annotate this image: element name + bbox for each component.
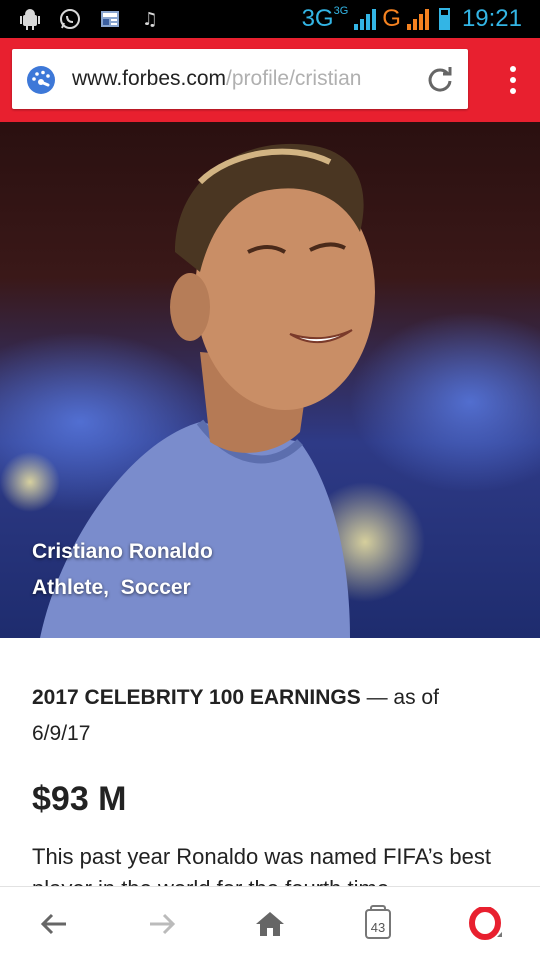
tabs-icon: 43 [365, 905, 391, 939]
tabs-button[interactable]: 43 [348, 887, 408, 961]
profile-caption: Cristiano Ronaldo Athlete, Soccer [32, 534, 213, 606]
status-bar: ♫ 3G3G G 19:21 [0, 0, 540, 38]
earnings-date: 6/9/17 [32, 722, 91, 745]
forward-button[interactable] [132, 887, 192, 961]
notification-icons: ♫ [18, 8, 162, 30]
home-button[interactable] [240, 887, 300, 961]
earnings-heading: 2017 CELEBRITY 100 EARNINGS — as of 6/9/1… [32, 686, 439, 745]
network-type-2-label: G [382, 5, 401, 32]
reload-icon[interactable] [426, 65, 454, 93]
profile-description: This past year Ronaldo was named FIFA’s … [32, 844, 491, 887]
browser-toolbar: www.forbes.com/profile/cristian [0, 38, 540, 122]
news-icon [98, 8, 122, 30]
address-bar[interactable]: www.forbes.com/profile/cristian [12, 49, 468, 109]
profile-photo: Cristiano Ronaldo Athlete, Soccer [0, 122, 540, 638]
profile-name: Cristiano Ronaldo [32, 540, 213, 563]
network-type-label: 3G3G [301, 5, 349, 32]
signal-strength-2-icon [406, 8, 429, 30]
profile-occupation: Athlete, Soccer [32, 576, 191, 599]
article-content: 2017 CELEBRITY 100 EARNINGS — as of 6/9/1… [32, 680, 502, 887]
arrow-left-icon [40, 913, 66, 935]
status-indicators: 3G3G G 19:21 [302, 5, 522, 33]
speed-dial-icon[interactable] [26, 65, 56, 95]
url-text[interactable]: www.forbes.com/profile/cristian [72, 67, 412, 91]
arrow-right-icon [150, 913, 176, 935]
opera-menu-button[interactable] [456, 887, 516, 961]
overflow-menu-icon[interactable] [510, 66, 516, 94]
earnings-value: $93 M [32, 780, 127, 818]
signal-strength-icon [354, 8, 377, 30]
bottom-navigation: 43 [0, 886, 540, 961]
home-icon [256, 912, 284, 936]
back-button[interactable] [24, 887, 84, 961]
battery-icon [438, 8, 450, 30]
opera-logo-icon [469, 907, 502, 940]
android-debug-icon [18, 8, 42, 30]
whatsapp-icon [58, 8, 82, 30]
clock: 19:21 [461, 5, 522, 32]
music-note-icon: ♫ [141, 8, 159, 30]
